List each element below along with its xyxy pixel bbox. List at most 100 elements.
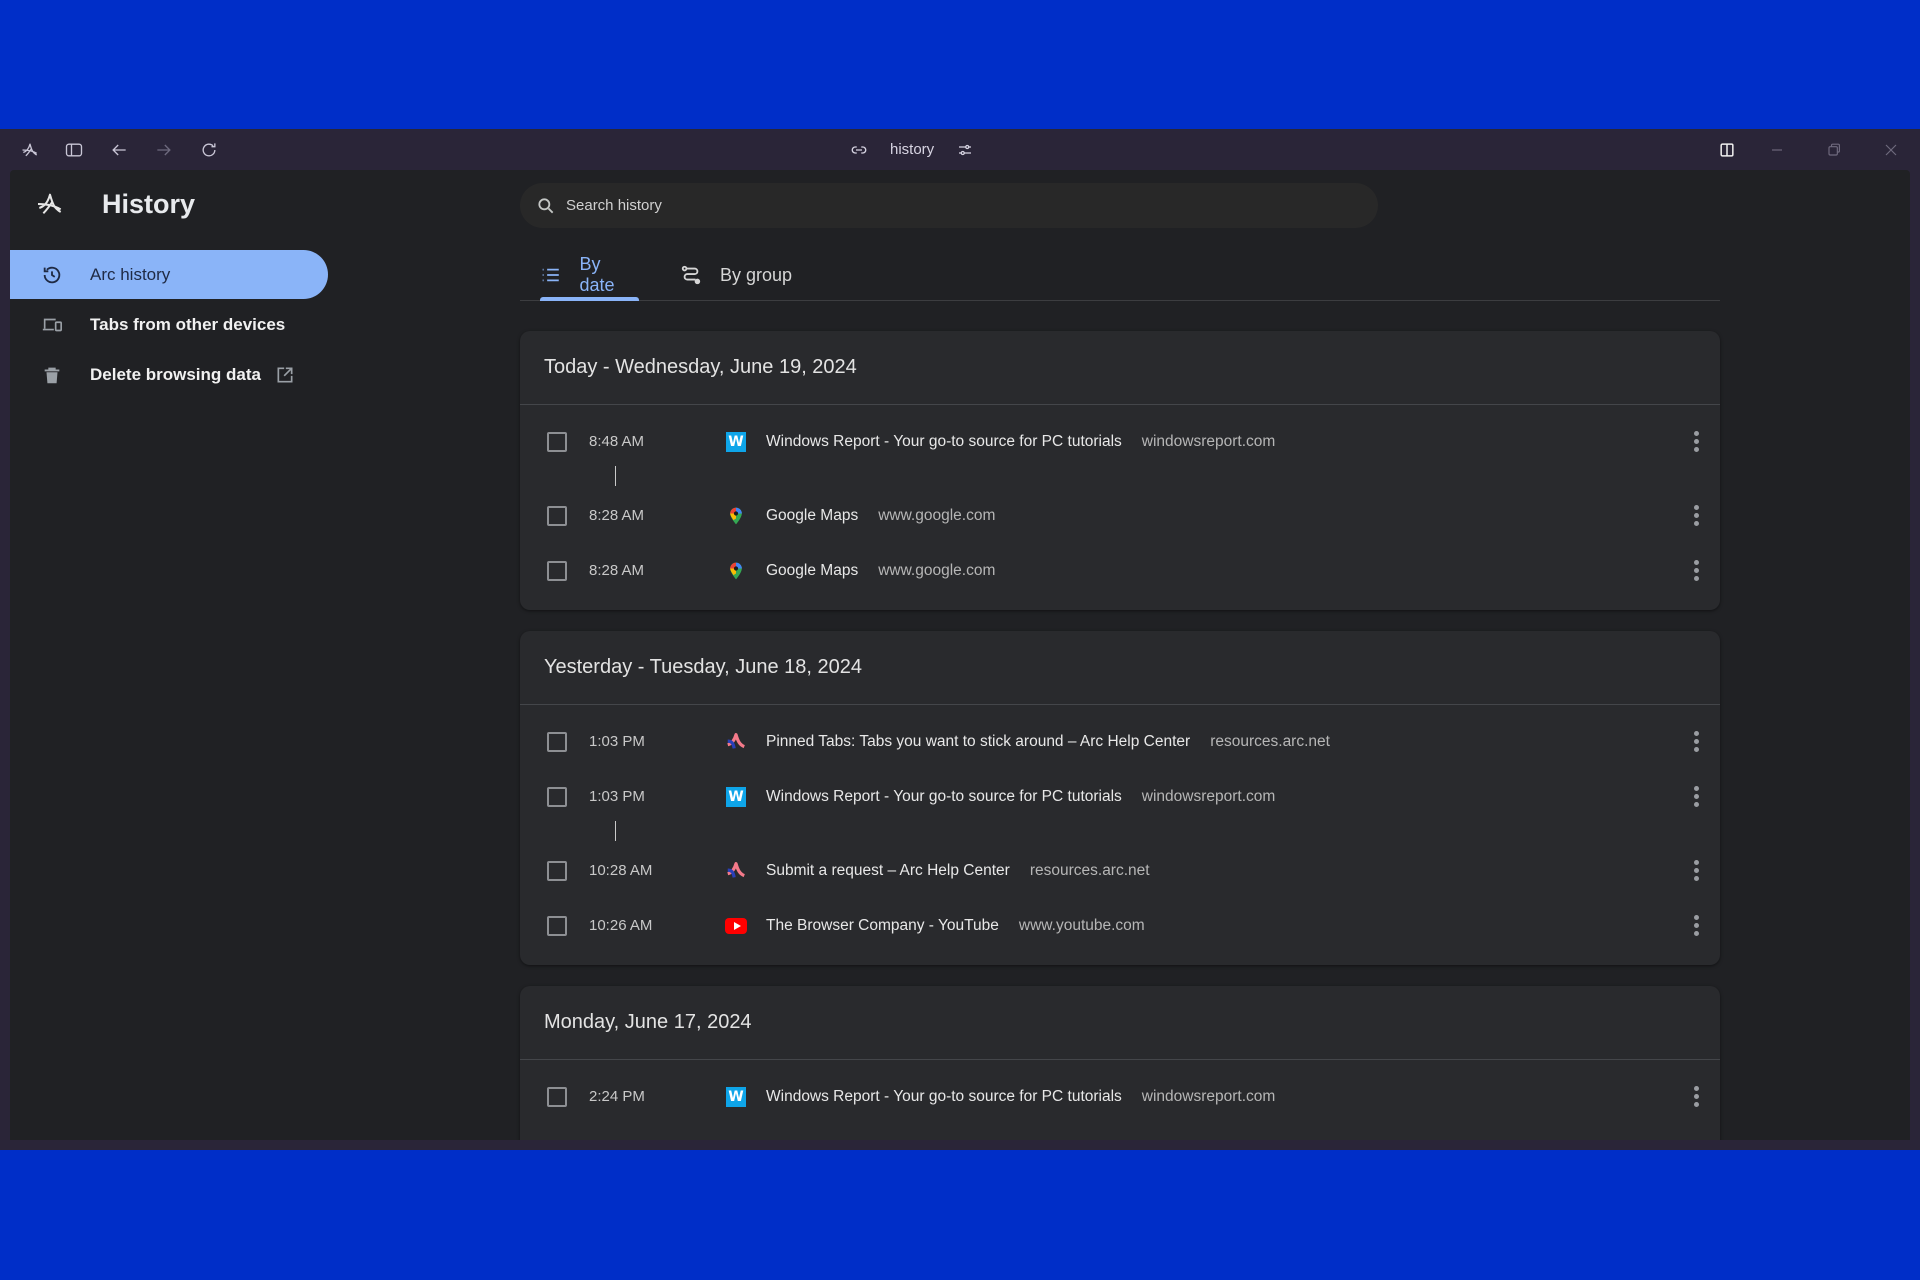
- day-group-card: Yesterday - Tuesday, June 18, 2024 1:03 …: [520, 631, 1720, 965]
- more-options-icon[interactable]: [1684, 501, 1708, 531]
- tab-by-date[interactable]: By date: [540, 250, 639, 301]
- sidebar-toggle-icon[interactable]: [61, 137, 87, 163]
- sidebar-item-delete-browsing-data[interactable]: Delete browsing data: [10, 350, 328, 399]
- sidebar-item-label: Tabs from other devices: [90, 314, 286, 334]
- entry-checkbox[interactable]: [547, 860, 567, 881]
- entry-link[interactable]: The Browser Company - YouTube www.youtube…: [766, 917, 1145, 935]
- entry-checkbox[interactable]: [547, 1086, 567, 1107]
- entry-title[interactable]: Google Maps: [766, 507, 858, 524]
- arc-logo-icon[interactable]: [17, 137, 43, 163]
- entry-checkbox[interactable]: [547, 560, 567, 581]
- settings-sliders-icon[interactable]: [956, 141, 974, 159]
- entry-link[interactable]: Pinned Tabs: Tabs you want to stick arou…: [766, 733, 1330, 751]
- sidebar-item-tabs-from-other-devices[interactable]: Tabs from other devices: [10, 300, 328, 349]
- split-view-icon[interactable]: [1714, 137, 1740, 163]
- more-options-icon[interactable]: [1684, 727, 1708, 757]
- entry-time: 1:03 PM: [589, 733, 645, 750]
- more-options-icon[interactable]: [1684, 856, 1708, 886]
- entry-time: 10:28 AM: [589, 862, 653, 879]
- entry-title[interactable]: Submit a request – Arc Help Center: [766, 862, 1010, 879]
- day-heading: Today - Wednesday, June 19, 2024: [520, 331, 1720, 405]
- more-options-icon[interactable]: [1684, 427, 1708, 457]
- entry-domain: www.google.com: [878, 561, 996, 579]
- search-icon: [538, 197, 554, 213]
- address-bar[interactable]: history: [850, 129, 974, 170]
- entry-domain: resources.arc.net: [1029, 861, 1150, 879]
- more-options-icon[interactable]: [1684, 782, 1708, 812]
- history-entry[interactable]: 8:48 AM W Windows Report - Your go-to so…: [520, 414, 1720, 469]
- entry-domain: www.youtube.com: [1018, 916, 1145, 934]
- entry-checkbox[interactable]: [547, 731, 567, 752]
- entry-link[interactable]: Submit a request – Arc Help Center resour…: [766, 862, 1150, 880]
- entry-title[interactable]: Windows Report - Your go-to source for P…: [766, 1088, 1122, 1105]
- history-page: History Arc history Tabs from other devi…: [10, 170, 1910, 1140]
- tab-label: By group: [720, 264, 793, 285]
- entry-domain: windowsreport.com: [1141, 1087, 1276, 1105]
- active-tab-indicator: [540, 297, 639, 301]
- devices-icon: [40, 313, 64, 337]
- entry-title[interactable]: Pinned Tabs: Tabs you want to stick arou…: [766, 733, 1190, 750]
- history-entry[interactable]: 10:28 AM Submit a request – Arc Help Cen…: [520, 843, 1720, 898]
- restore-icon[interactable]: [1821, 137, 1847, 163]
- google-maps-favicon-icon: [725, 560, 747, 582]
- view-tabs: By date By group: [520, 250, 1720, 301]
- link-icon[interactable]: [850, 141, 868, 159]
- history-entry[interactable]: 1:03 PM W Windows Report - Your go-to so…: [520, 769, 1720, 824]
- history-entry[interactable]: 8:28 AM Google Maps www.google.com: [520, 543, 1720, 598]
- entry-time: 8:28 AM: [589, 562, 645, 579]
- entry-checkbox[interactable]: [547, 431, 567, 452]
- entry-title[interactable]: Windows Report - Your go-to source for P…: [766, 433, 1122, 450]
- day-group-card: Today - Wednesday, June 19, 2024 8:48 AM…: [520, 331, 1720, 610]
- sidebar-item-label: Delete browsing data: [90, 364, 261, 384]
- forward-arrow-icon[interactable]: [151, 137, 177, 163]
- session-divider: [615, 466, 616, 486]
- history-entry[interactable]: 10:26 AM The Browser Company - YouTube ww…: [520, 898, 1720, 953]
- entry-link[interactable]: Google Maps www.google.com: [766, 507, 995, 525]
- search-bar[interactable]: [520, 183, 1378, 228]
- entry-domain: www.google.com: [878, 506, 996, 524]
- entry-title[interactable]: Google Maps: [766, 562, 858, 579]
- more-options-icon[interactable]: [1684, 911, 1708, 941]
- entry-title[interactable]: The Browser Company - YouTube: [766, 917, 999, 934]
- entry-time: 8:28 AM: [589, 507, 645, 524]
- more-options-icon[interactable]: [1684, 556, 1708, 586]
- entry-link[interactable]: Windows Report - Your go-to source for P…: [766, 788, 1275, 806]
- entry-link[interactable]: Windows Report - Your go-to source for P…: [766, 433, 1275, 451]
- address-text[interactable]: history: [890, 141, 934, 158]
- entry-link[interactable]: Google Maps www.google.com: [766, 562, 995, 580]
- history-entry[interactable]: 8:28 AM Google Maps www.google.com: [520, 488, 1720, 543]
- entry-link[interactable]: Windows Report - Your go-to source for P…: [766, 1088, 1275, 1106]
- title-bar: history: [0, 129, 1920, 170]
- history-entry[interactable]: 2:24 PM W Windows Report - Your go-to so…: [520, 1069, 1720, 1124]
- trash-icon: [40, 363, 64, 387]
- page-title: History: [102, 188, 196, 219]
- windowsreport-favicon-icon: W: [725, 1086, 747, 1108]
- back-arrow-icon[interactable]: [106, 137, 132, 163]
- minimize-icon[interactable]: [1764, 137, 1790, 163]
- entry-time: 1:03 PM: [589, 788, 645, 805]
- day-heading: Monday, June 17, 2024: [520, 986, 1720, 1060]
- entry-checkbox[interactable]: [547, 786, 567, 807]
- tab-by-group[interactable]: By group: [680, 250, 792, 300]
- history-entry[interactable]: 1:03 PM Pinned Tabs: Tabs you want to st…: [520, 714, 1720, 769]
- arc-logo-icon: [37, 193, 62, 215]
- route-icon: [681, 265, 701, 285]
- day-group-card: Monday, June 17, 2024 2:24 PM W Windows …: [520, 986, 1720, 1140]
- history-clock-icon: [40, 263, 64, 287]
- windowsreport-favicon-icon: W: [725, 431, 747, 453]
- sidebar-header: History: [34, 188, 195, 220]
- close-icon[interactable]: [1878, 137, 1904, 163]
- more-options-icon[interactable]: [1684, 1082, 1708, 1112]
- browser-window: history History Arc history Tabs from ot…: [0, 129, 1920, 1150]
- reload-icon[interactable]: [196, 137, 222, 163]
- entry-time: 2:24 PM: [589, 1088, 645, 1105]
- arc-favicon-icon: [725, 731, 747, 753]
- entry-title[interactable]: Windows Report - Your go-to source for P…: [766, 788, 1122, 805]
- day-heading: Yesterday - Tuesday, June 18, 2024: [520, 631, 1720, 705]
- entry-checkbox[interactable]: [547, 505, 567, 526]
- search-input[interactable]: [566, 197, 1346, 214]
- entry-checkbox[interactable]: [547, 915, 567, 936]
- entry-domain: windowsreport.com: [1141, 787, 1276, 805]
- sidebar-item-arc-history[interactable]: Arc history: [10, 250, 328, 299]
- list-icon: [542, 268, 559, 282]
